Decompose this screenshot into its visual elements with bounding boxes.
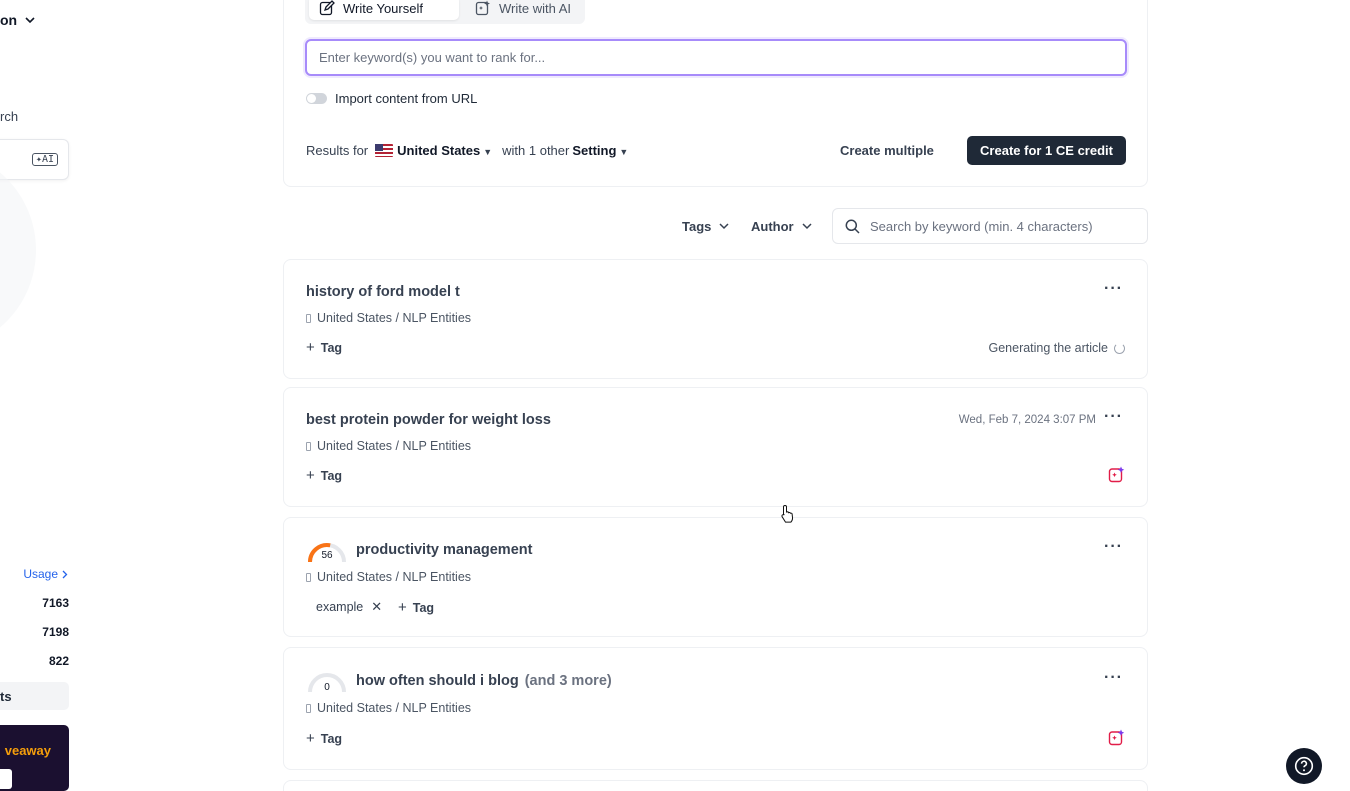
promo-button[interactable] bbox=[0, 769, 12, 789]
hand-cursor-icon bbox=[781, 504, 794, 523]
import-url-toggle[interactable] bbox=[306, 93, 327, 104]
sidebar-ai-card[interactable]: ✦AI bbox=[0, 139, 69, 180]
author-filter-label: Author bbox=[751, 219, 794, 234]
with-other-label: with 1 other bbox=[502, 143, 570, 158]
chevron-down-icon bbox=[25, 16, 35, 23]
ai-article-icon[interactable] bbox=[1108, 729, 1125, 746]
keyword-input[interactable] bbox=[305, 39, 1127, 76]
content-score-value: 56 bbox=[321, 550, 333, 561]
results-for-label: Results for bbox=[306, 143, 369, 158]
setting-dropdown[interactable]: Setting ▼ bbox=[572, 143, 628, 158]
promo-banner[interactable]: veaway bbox=[0, 725, 69, 791]
device-icon bbox=[306, 703, 311, 713]
author-filter[interactable]: Author bbox=[751, 219, 812, 234]
workspace-label: on bbox=[0, 12, 18, 28]
import-url-toggle-row: Import content from URL bbox=[306, 91, 477, 106]
usage-stat: 822 bbox=[48, 654, 69, 668]
chevron-down-icon bbox=[802, 223, 812, 230]
device-icon bbox=[306, 313, 311, 323]
results-settings: Results for United States ▼ with 1 other … bbox=[306, 143, 628, 158]
question-icon bbox=[1294, 756, 1314, 776]
card-title[interactable]: productivity management bbox=[356, 542, 532, 558]
add-tag-button[interactable]: + Tag bbox=[306, 730, 342, 747]
tab-write-yourself[interactable]: Write Yourself bbox=[309, 0, 459, 20]
chevron-down-icon: ▼ bbox=[483, 147, 493, 157]
usage-link-label: Usage bbox=[23, 567, 58, 581]
tag-chip: example ✕ bbox=[316, 599, 382, 615]
content-card[interactable]: 56 productivity management United States… bbox=[283, 517, 1148, 637]
country-select[interactable]: United States ▼ bbox=[397, 143, 492, 158]
ai-sparkle-icon bbox=[475, 0, 490, 16]
content-card[interactable]: history of ford model t United States / … bbox=[283, 259, 1148, 379]
chevron-down-icon bbox=[719, 223, 729, 230]
usage-stat: 7163 bbox=[42, 596, 69, 610]
edit-icon bbox=[319, 0, 335, 16]
tag-chip-label: example bbox=[316, 600, 364, 614]
card-subtitle: United States / NLP Entities bbox=[306, 701, 471, 715]
card-subtitle: United States / NLP Entities bbox=[306, 570, 471, 584]
import-url-label: Import content from URL bbox=[335, 91, 478, 106]
card-title[interactable]: history of ford model t bbox=[306, 284, 460, 300]
tab-write-yourself-label: Write Yourself bbox=[343, 0, 423, 16]
card-title[interactable]: best protein powder for weight loss bbox=[306, 412, 551, 428]
sidebar-decoration bbox=[0, 150, 36, 350]
create-button[interactable]: Create for 1 CE credit bbox=[967, 136, 1126, 165]
card-title[interactable]: how often should i blog (and 3 more) bbox=[356, 673, 612, 689]
more-options-icon[interactable]: ··· bbox=[1104, 280, 1123, 298]
promo-text: veaway bbox=[4, 743, 51, 758]
keyword-search-input[interactable] bbox=[870, 218, 1130, 234]
more-options-icon[interactable]: ··· bbox=[1104, 538, 1123, 556]
device-icon bbox=[306, 572, 311, 582]
us-flag-icon bbox=[375, 144, 394, 157]
sidebar-item-research[interactable]: rch bbox=[0, 109, 18, 124]
usage-link[interactable]: Usage bbox=[23, 567, 68, 581]
chevron-down-icon: ▼ bbox=[619, 147, 629, 157]
add-tag-button[interactable]: + Tag bbox=[306, 467, 342, 484]
tags-filter-label: Tags bbox=[682, 219, 712, 234]
help-button[interactable] bbox=[1286, 748, 1322, 784]
tab-write-with-ai[interactable]: Write with AI bbox=[465, 0, 581, 20]
mode-toggle: Write Yourself Write with AI bbox=[305, 0, 585, 24]
add-tag-button[interactable]: + Tag bbox=[306, 339, 342, 356]
content-card[interactable]: 0 how often should i blog (and 3 more) Un… bbox=[283, 647, 1148, 770]
card-subtitle: United States / NLP Entities bbox=[306, 311, 471, 325]
sidebar-item-active[interactable]: ts bbox=[0, 682, 69, 710]
more-keywords-label: (and 3 more) bbox=[524, 673, 612, 689]
usage-stat: 7198 bbox=[42, 625, 69, 639]
add-tag-button[interactable]: + Tag bbox=[398, 599, 434, 616]
search-icon bbox=[845, 219, 860, 234]
spinner-icon bbox=[1114, 342, 1125, 354]
workspace-selector[interactable]: on bbox=[0, 12, 35, 28]
content-card[interactable] bbox=[283, 780, 1148, 791]
sidebar: on rch ✦AI Usage 7163 7198 822 ts veaway bbox=[0, 0, 80, 791]
keyword-search-box bbox=[832, 208, 1148, 244]
card-subtitle: United States / NLP Entities bbox=[306, 439, 471, 453]
device-icon bbox=[306, 441, 311, 451]
content-score-value: 0 bbox=[324, 682, 330, 693]
ai-article-icon[interactable] bbox=[1108, 466, 1125, 483]
tab-write-with-ai-label: Write with AI bbox=[499, 0, 572, 16]
content-card[interactable]: best protein powder for weight loss Unit… bbox=[283, 387, 1148, 507]
create-multiple-button[interactable]: Create multiple bbox=[840, 143, 934, 158]
more-options-icon[interactable]: ··· bbox=[1104, 408, 1123, 426]
generation-status: Generating the article bbox=[988, 341, 1125, 355]
chevron-right-icon bbox=[62, 570, 68, 578]
card-date: Wed, Feb 7, 2024 3:07 PM bbox=[958, 414, 1096, 426]
ai-badge: ✦AI bbox=[31, 153, 58, 166]
tags-filter[interactable]: Tags bbox=[682, 219, 729, 234]
more-options-icon[interactable]: ··· bbox=[1104, 669, 1123, 687]
remove-tag-icon[interactable]: ✕ bbox=[371, 599, 382, 615]
